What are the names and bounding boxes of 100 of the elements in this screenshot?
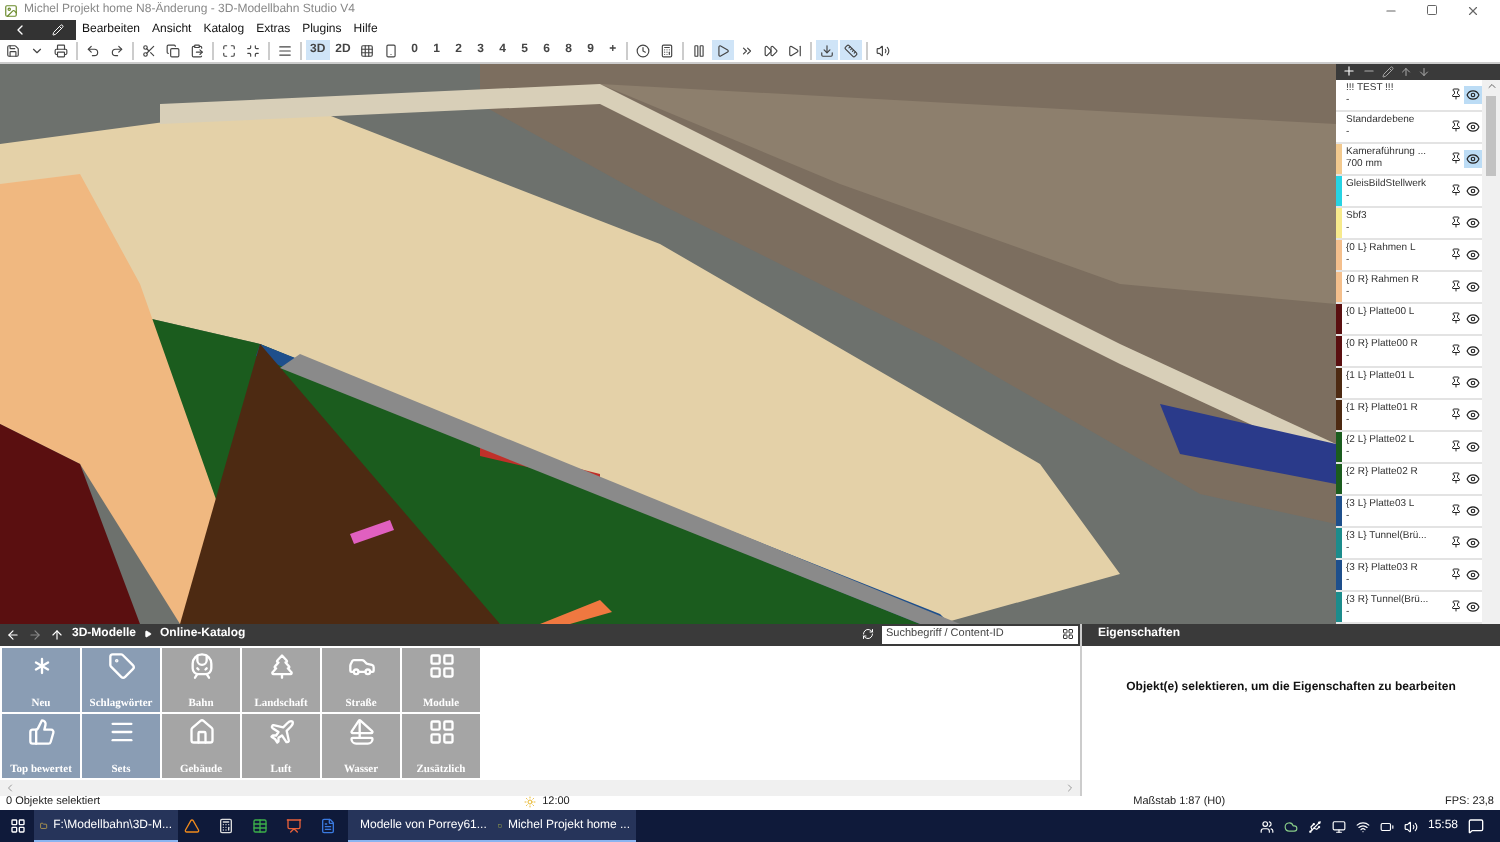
save-button[interactable] bbox=[2, 40, 24, 61]
eye-button[interactable] bbox=[1464, 597, 1482, 616]
eye-button[interactable] bbox=[1464, 373, 1482, 392]
maximize-icon bbox=[1426, 3, 1438, 16]
fast-forward-icon bbox=[740, 43, 755, 58]
paste-button[interactable] bbox=[186, 40, 208, 61]
clock-icon bbox=[636, 43, 651, 58]
back-button[interactable] bbox=[0, 20, 38, 41]
pin-icon bbox=[1449, 344, 1461, 357]
ruler-icon bbox=[844, 43, 859, 58]
slides-icon bbox=[286, 817, 302, 833]
pencil-icon bbox=[1382, 65, 1394, 78]
caret-icon bbox=[30, 43, 44, 58]
eye-button[interactable] bbox=[1464, 181, 1482, 200]
scrollbar[interactable] bbox=[1482, 79, 1500, 624]
speaker-icon bbox=[876, 43, 891, 58]
eye-button[interactable] bbox=[1464, 309, 1482, 328]
expand-button[interactable] bbox=[218, 40, 240, 61]
pin-icon bbox=[1449, 568, 1461, 581]
eye-icon bbox=[1466, 87, 1480, 102]
eye-button[interactable] bbox=[1464, 341, 1482, 360]
cut-icon bbox=[142, 43, 156, 58]
printer-icon bbox=[54, 43, 68, 58]
eye-button[interactable] bbox=[1464, 117, 1482, 136]
clock-button[interactable] bbox=[632, 40, 655, 61]
printer-button[interactable] bbox=[50, 40, 72, 61]
eye-button[interactable] bbox=[1464, 437, 1482, 456]
redo-button[interactable] bbox=[106, 40, 128, 61]
thumbs-up-icon bbox=[27, 717, 55, 746]
chevron-left-icon bbox=[4, 781, 16, 794]
eye-icon bbox=[1466, 151, 1480, 166]
house-icon bbox=[187, 717, 215, 746]
eye-button[interactable] bbox=[1464, 277, 1482, 296]
eye-icon bbox=[1466, 439, 1480, 454]
skip-icon bbox=[788, 43, 803, 58]
shrink-button[interactable] bbox=[242, 40, 264, 61]
chevron-right-icon bbox=[1064, 781, 1076, 794]
eye-button[interactable] bbox=[1464, 405, 1482, 424]
eye-button[interactable] bbox=[1464, 213, 1482, 232]
pin-icon bbox=[1449, 504, 1461, 517]
undo-icon bbox=[86, 43, 100, 58]
windows-icon bbox=[9, 818, 25, 834]
document-icon bbox=[320, 817, 336, 833]
train-icon bbox=[187, 651, 215, 680]
undo-button[interactable] bbox=[82, 40, 104, 61]
speaker-button[interactable] bbox=[872, 40, 895, 61]
close-icon bbox=[1466, 3, 1480, 18]
redo-icon bbox=[110, 43, 124, 58]
pin-icon bbox=[1449, 216, 1461, 229]
copy-icon bbox=[166, 43, 180, 58]
download-button[interactable] bbox=[816, 40, 839, 61]
eye-button[interactable] bbox=[1464, 533, 1482, 552]
pencil-icon bbox=[51, 24, 63, 37]
cut-button[interactable] bbox=[138, 40, 160, 61]
faster-button[interactable] bbox=[760, 40, 783, 61]
eye-icon bbox=[1466, 375, 1480, 390]
edit-button[interactable] bbox=[38, 20, 76, 41]
eye-button[interactable] bbox=[1464, 85, 1482, 104]
pin-icon bbox=[1449, 120, 1461, 133]
arrow-right-icon bbox=[28, 627, 42, 642]
eye-button[interactable] bbox=[1464, 469, 1482, 488]
play-icon bbox=[716, 43, 731, 58]
eye-button[interactable] bbox=[1464, 245, 1482, 264]
battery-icon bbox=[1379, 819, 1394, 833]
pin-icon bbox=[1449, 536, 1461, 549]
shrink-icon bbox=[246, 43, 260, 58]
eye-icon bbox=[1466, 535, 1480, 550]
eye-icon bbox=[1466, 215, 1480, 230]
pin-icon bbox=[1449, 184, 1461, 197]
calculator-icon bbox=[218, 817, 234, 833]
grid-button[interactable] bbox=[356, 40, 379, 61]
folder-icon bbox=[40, 817, 48, 833]
pin-icon bbox=[1449, 440, 1461, 453]
eye-button[interactable] bbox=[1464, 149, 1482, 168]
tag-icon bbox=[107, 651, 135, 680]
ruler-button[interactable] bbox=[840, 40, 863, 61]
refresh-icon bbox=[862, 628, 874, 641]
notification-icon bbox=[1468, 818, 1484, 834]
eye-button[interactable] bbox=[1464, 565, 1482, 584]
speaker-icon bbox=[1403, 819, 1418, 833]
copy-button[interactable] bbox=[162, 40, 184, 61]
grid-icon bbox=[1062, 628, 1074, 641]
pin-icon bbox=[1449, 600, 1461, 613]
chevron-up-icon bbox=[1485, 79, 1497, 92]
phone-icon bbox=[384, 43, 399, 58]
grid-icon bbox=[427, 717, 455, 746]
eye-button[interactable] bbox=[1464, 501, 1482, 520]
pin-icon bbox=[1449, 376, 1461, 389]
usb-icon bbox=[1307, 819, 1322, 833]
eye-icon bbox=[1466, 119, 1480, 134]
pin-icon bbox=[1449, 472, 1461, 485]
scrollbar[interactable] bbox=[0, 779, 1080, 796]
skip-button[interactable] bbox=[784, 40, 807, 61]
lines-button[interactable] bbox=[274, 40, 296, 61]
eye-icon bbox=[1466, 503, 1480, 518]
app-icon bbox=[4, 3, 18, 18]
play-button[interactable] bbox=[712, 40, 735, 61]
arrow-up-icon bbox=[50, 627, 64, 642]
download-icon bbox=[820, 43, 835, 58]
pin-icon bbox=[1449, 88, 1461, 101]
